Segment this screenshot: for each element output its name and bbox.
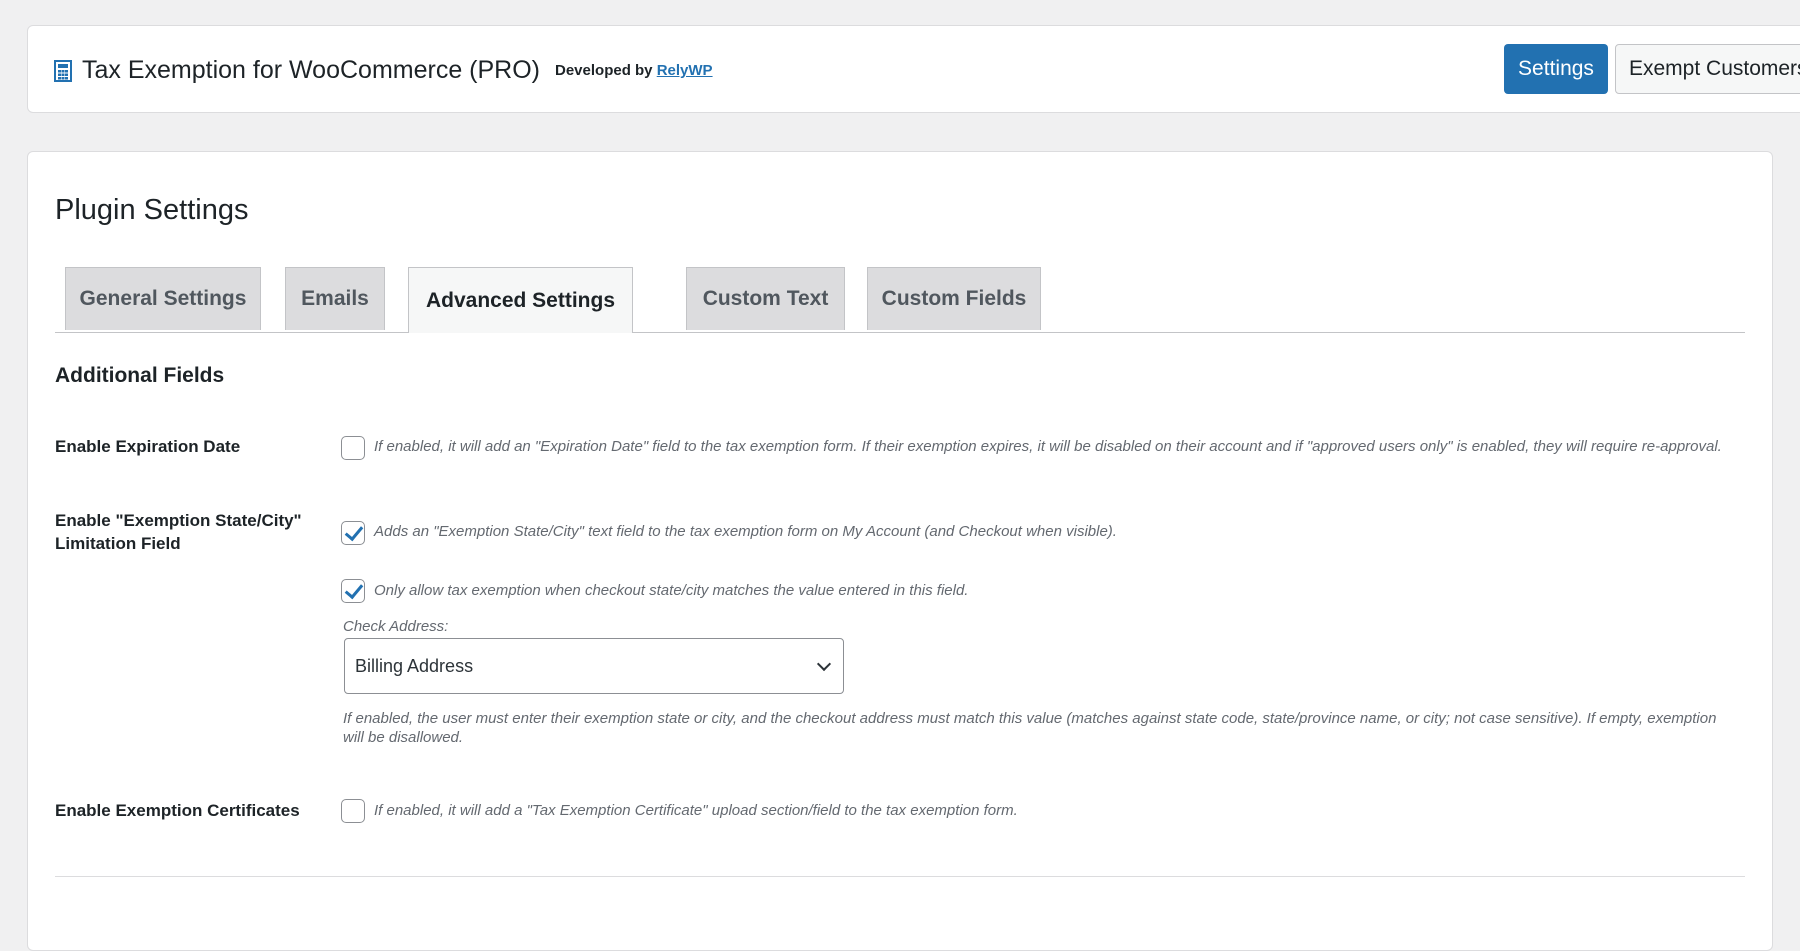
calculator-icon bbox=[54, 59, 72, 82]
only-allow-checkbox[interactable] bbox=[341, 579, 365, 603]
section-title: Additional Fields bbox=[55, 364, 225, 387]
settings-tabs: General Settings Emails Advanced Setting… bbox=[55, 267, 1745, 333]
tab-general-settings[interactable]: General Settings bbox=[65, 267, 261, 330]
state-city-help: If enabled, the user must enter their ex… bbox=[343, 710, 1717, 746]
tab-advanced-settings[interactable]: Advanced Settings bbox=[408, 267, 633, 333]
page-title: Plugin Settings bbox=[55, 194, 249, 226]
expiration-checkbox[interactable] bbox=[341, 436, 365, 460]
expiration-label: Enable Expiration Date bbox=[55, 437, 241, 456]
brand: Tax Exemption for WooCommerce (PRO) Deve… bbox=[54, 56, 713, 85]
tab-custom-fields[interactable]: Custom Fields bbox=[867, 267, 1041, 330]
state-city-checkbox[interactable] bbox=[341, 521, 365, 545]
certificates-label: Enable Exemption Certificates bbox=[55, 801, 300, 820]
exempt-customers-button[interactable]: Exempt Customers bbox=[1615, 44, 1800, 94]
tab-custom-text[interactable]: Custom Text bbox=[686, 267, 845, 330]
divider bbox=[55, 876, 1745, 877]
plugin-header: Tax Exemption for WooCommerce (PRO) Deve… bbox=[27, 25, 1800, 113]
check-address-select[interactable]: Billing Address bbox=[344, 638, 844, 694]
settings-panel: Plugin Settings General Settings Emails … bbox=[27, 151, 1773, 951]
developed-by: Developed by RelyWP bbox=[555, 62, 713, 79]
check-address-value: Billing Address bbox=[355, 655, 474, 676]
developer-link[interactable]: RelyWP bbox=[657, 62, 713, 79]
state-city-description: Adds an "Exemption State/City" text fiel… bbox=[374, 523, 1117, 540]
settings-button[interactable]: Settings bbox=[1504, 44, 1608, 94]
certificates-description: If enabled, it will add a "Tax Exemption… bbox=[374, 802, 1018, 819]
developed-by-text: Developed by bbox=[555, 62, 657, 79]
only-allow-description: Only allow tax exemption when checkout s… bbox=[374, 582, 969, 599]
expiration-description: If enabled, it will add an "Expiration D… bbox=[374, 438, 1722, 455]
certificates-checkbox[interactable] bbox=[341, 799, 365, 823]
check-address-label: Check Address: bbox=[343, 618, 449, 635]
state-city-label: Enable "Exemption State/City" Limitation… bbox=[55, 511, 302, 553]
tab-emails[interactable]: Emails bbox=[285, 267, 385, 330]
chevron-down-icon bbox=[816, 656, 832, 672]
app-title: Tax Exemption for WooCommerce (PRO) bbox=[82, 56, 540, 84]
